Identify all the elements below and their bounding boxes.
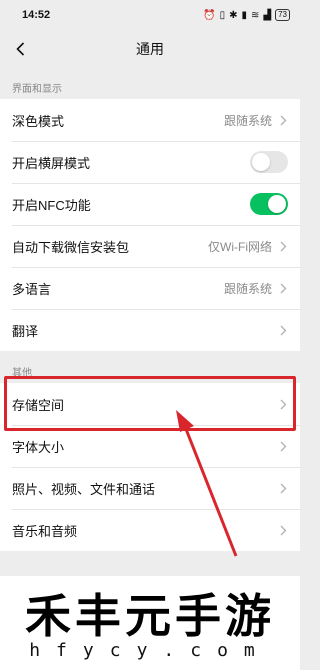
setting-media-files[interactable]: 照片、视频、文件和通话 bbox=[0, 467, 300, 509]
battery-level: 73 bbox=[278, 10, 287, 19]
setting-label: 开启横屏模式 bbox=[12, 155, 91, 171]
section-label-display: 界面和显示 bbox=[12, 84, 62, 95]
setting-label: 自动下载微信安装包 bbox=[12, 239, 130, 255]
chevron-right-icon bbox=[280, 398, 288, 410]
setting-label: 翻译 bbox=[12, 323, 39, 339]
setting-nfc: 开启NFC功能 bbox=[0, 183, 300, 225]
setting-music-audio[interactable]: 音乐和音频 bbox=[0, 509, 300, 551]
status-time: 14:52 bbox=[22, 9, 51, 21]
setting-label: 存储空间 bbox=[12, 397, 65, 413]
chevron-right-icon bbox=[280, 440, 288, 452]
alarm-icon: ⏰ bbox=[203, 9, 216, 21]
nav-bar: 通用 bbox=[0, 30, 300, 68]
chevron-right-icon bbox=[280, 524, 288, 536]
status-icons: ⏰ ▯ ✱ ▮ ≋ ▟ 73 bbox=[203, 9, 290, 21]
setting-label: 照片、视频、文件和通话 bbox=[12, 481, 156, 497]
status-bar: 14:52 ⏰ ▯ ✱ ▮ ≋ ▟ 73 bbox=[0, 0, 300, 30]
chevron-right-icon bbox=[280, 114, 288, 126]
setting-storage[interactable]: 存储空间 bbox=[0, 383, 300, 425]
setting-auto-download[interactable]: 自动下载微信安装包 仅Wi-Fi网络 bbox=[0, 225, 300, 267]
setting-landscape-mode: 开启横屏模式 bbox=[0, 141, 300, 183]
watermark: 禾丰元手游 hfycy.com bbox=[0, 576, 300, 670]
signal-icon: ▮ bbox=[241, 9, 247, 21]
section-label-other: 其他 bbox=[12, 368, 32, 379]
wifi-icon: ≋ bbox=[251, 9, 260, 21]
back-icon[interactable] bbox=[9, 37, 31, 61]
watermark-title: 禾丰元手游 bbox=[25, 589, 275, 643]
landscape-toggle[interactable] bbox=[250, 151, 288, 173]
page-title: 通用 bbox=[136, 41, 164, 57]
setting-value: 跟随系统 bbox=[223, 281, 272, 296]
setting-font-size[interactable]: 字体大小 bbox=[0, 425, 300, 467]
chevron-right-icon bbox=[280, 482, 288, 494]
chevron-right-icon bbox=[280, 240, 288, 252]
setting-label: 音乐和音频 bbox=[12, 523, 78, 539]
setting-label: 字体大小 bbox=[12, 439, 65, 455]
chevron-right-icon bbox=[280, 282, 288, 294]
toggle-knob bbox=[252, 153, 270, 171]
setting-language[interactable]: 多语言 跟随系统 bbox=[0, 267, 300, 309]
setting-label: 多语言 bbox=[12, 281, 52, 297]
setting-value: 仅Wi-Fi网络 bbox=[208, 239, 272, 254]
battery-icon: 73 bbox=[275, 9, 290, 21]
setting-dark-mode[interactable]: 深色模式 跟随系统 bbox=[0, 99, 300, 141]
watermark-domain: hfycy.com bbox=[29, 640, 271, 661]
setting-value: 跟随系统 bbox=[223, 113, 272, 128]
setting-label: 深色模式 bbox=[12, 113, 65, 129]
chevron-right-icon bbox=[280, 324, 288, 336]
settings-group-display: 深色模式 跟随系统 开启横屏模式 开启NFC功能 自动下载微信安装包 仅Wi-F… bbox=[0, 99, 300, 351]
setting-translate[interactable]: 翻译 bbox=[0, 309, 300, 351]
nfc-toggle[interactable] bbox=[250, 193, 288, 215]
toggle-knob bbox=[268, 195, 286, 213]
settings-group-other: 存储空间 字体大小 照片、视频、文件和通话 音乐和音频 bbox=[0, 383, 300, 551]
vibrate-icon: ▯ bbox=[219, 9, 226, 21]
setting-label: 开启NFC功能 bbox=[12, 197, 91, 213]
cellular-icon: ▟ bbox=[263, 9, 272, 21]
bluetooth-icon: ✱ bbox=[229, 9, 238, 21]
